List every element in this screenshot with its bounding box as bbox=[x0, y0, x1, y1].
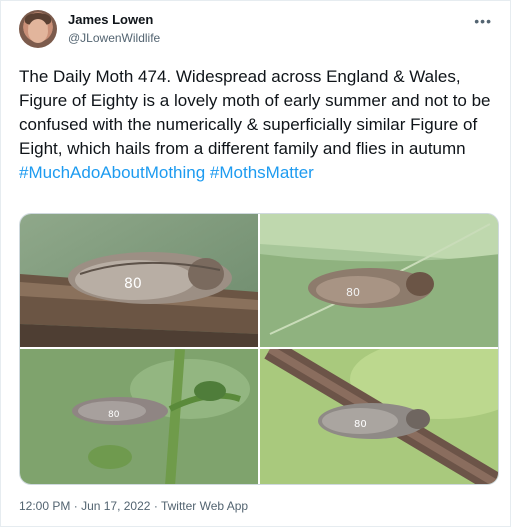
avatar[interactable] bbox=[19, 10, 57, 48]
hashtag-link[interactable]: #MuchAdoAboutMothing bbox=[19, 163, 205, 182]
tweet-meta: 12:00 PM · Jun 17, 2022 · Twitter Web Ap… bbox=[19, 499, 248, 513]
author-handle[interactable]: @JLowenWildlife bbox=[68, 31, 160, 45]
tweet-card: James Lowen @JLowenWildlife ••• The Dail… bbox=[0, 0, 511, 527]
tweet-source-app[interactable]: Twitter Web App bbox=[161, 499, 248, 513]
tweet-text: The Daily Moth 474. Widespread across En… bbox=[19, 65, 501, 185]
ellipsis-icon[interactable]: ••• bbox=[474, 13, 492, 29]
svg-text:80: 80 bbox=[108, 410, 120, 420]
meta-separator: · bbox=[73, 499, 78, 513]
svg-text:80: 80 bbox=[124, 276, 142, 292]
tweet-time[interactable]: 12:00 PM bbox=[19, 499, 70, 513]
moth-photo-2[interactable]: 80 bbox=[260, 214, 498, 347]
hashtag-link[interactable]: #MothsMatter bbox=[210, 163, 314, 182]
tweet-body: The Daily Moth 474. Widespread across En… bbox=[19, 67, 491, 158]
media-grid: 80 80 80 80 bbox=[19, 213, 499, 485]
meta-separator: · bbox=[153, 499, 158, 513]
tweet-date[interactable]: Jun 17, 2022 bbox=[81, 499, 150, 513]
moth-photo-4[interactable]: 80 bbox=[260, 349, 498, 484]
moth-photo-3[interactable]: 80 bbox=[20, 349, 258, 484]
svg-text:80: 80 bbox=[354, 419, 367, 430]
moth-photo-1[interactable]: 80 bbox=[20, 214, 258, 347]
avatar-face bbox=[28, 19, 48, 43]
svg-text:80: 80 bbox=[346, 286, 360, 299]
author-name[interactable]: James Lowen bbox=[68, 12, 153, 27]
